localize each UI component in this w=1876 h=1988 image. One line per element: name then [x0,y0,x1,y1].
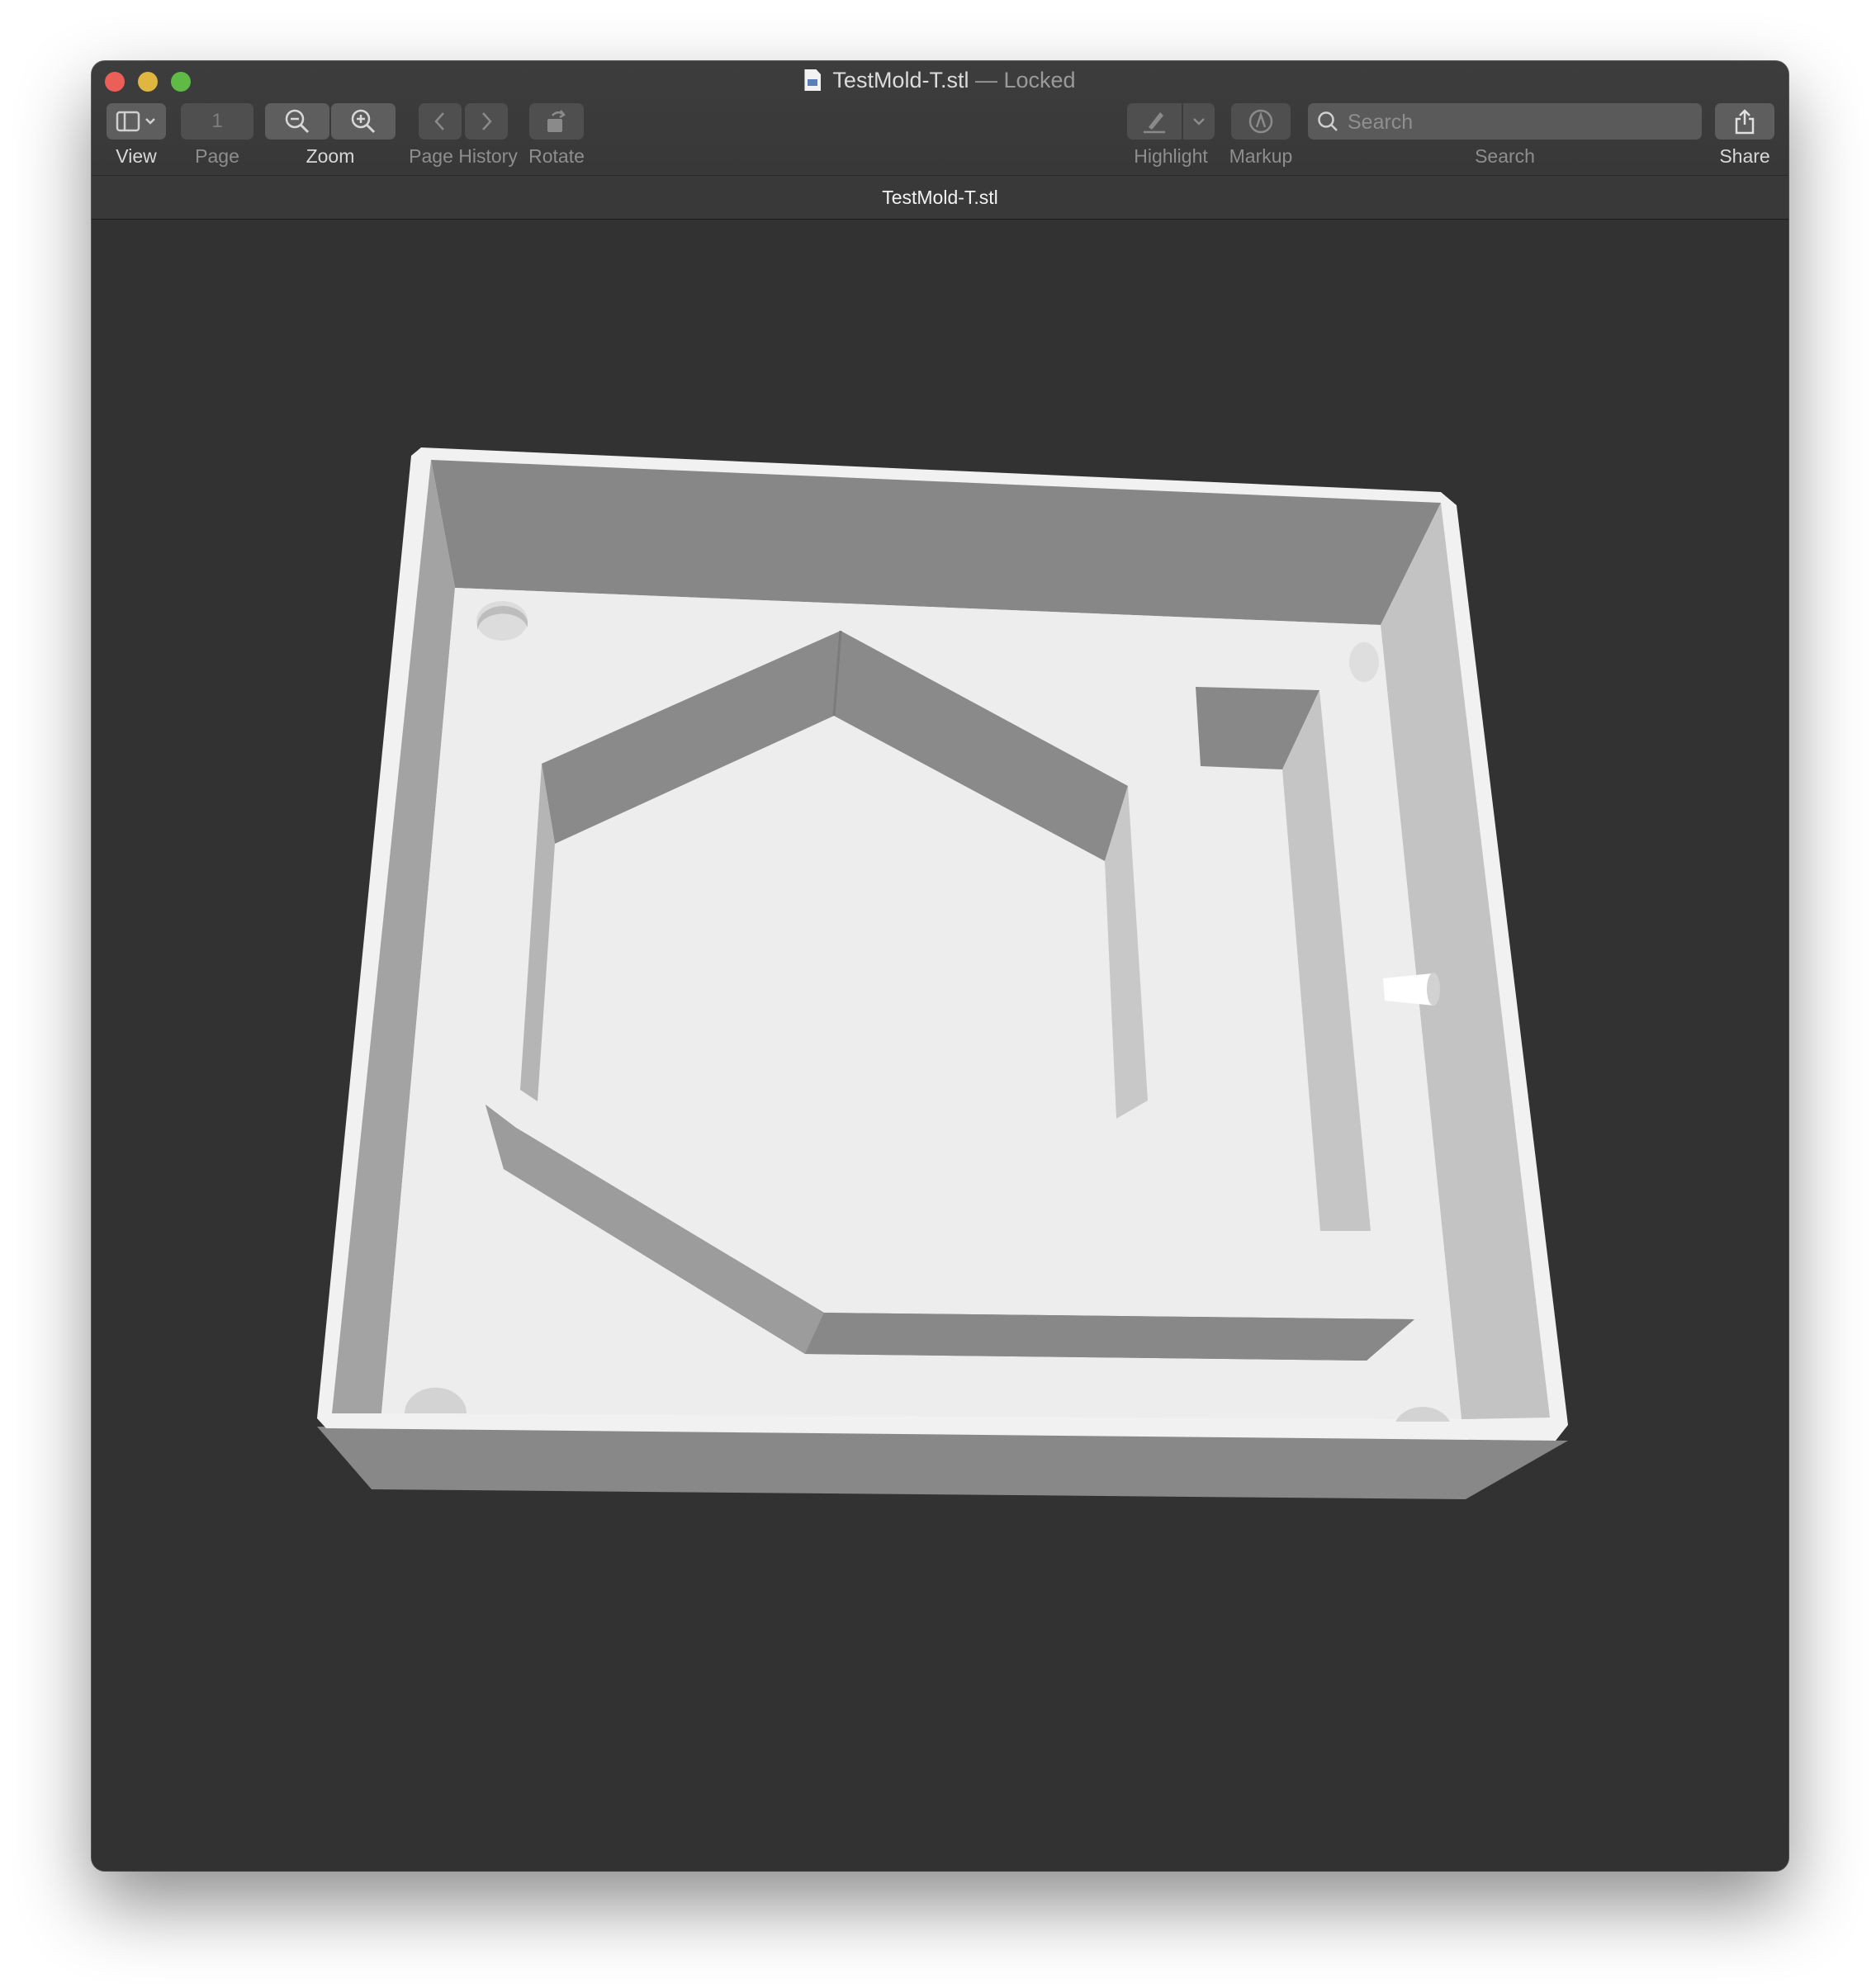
highlight-button[interactable] [1127,103,1182,140]
highlight-label: Highlight [1134,145,1208,167]
page-back-button[interactable] [419,103,462,140]
chevron-left-icon [434,112,444,130]
view-label: View [116,145,157,167]
page-forward-button[interactable] [465,103,508,140]
search-input[interactable] [1346,103,1696,141]
window-file-name: TestMold-T.stl [832,68,969,92]
chevron-down-icon [1193,118,1205,125]
page-history-label: Page History [409,145,518,167]
rotate-label: Rotate [528,145,585,167]
view-menu-button[interactable] [107,103,166,140]
page-label: Page [195,145,239,167]
markup-button[interactable] [1231,103,1291,140]
highlight-options-button[interactable] [1183,103,1215,140]
document-title-bar: TestMold-T.stl [92,175,1788,220]
lock-status: — Locked [974,68,1076,92]
zoom-label: Zoom [306,145,355,167]
title-bar: TestMold-T.stl — Locked View 1 Page Zoom… [92,61,1788,175]
sidebar-icon [116,111,155,132]
stl-model-render[interactable] [92,220,1788,1871]
document-icon [804,69,822,91]
markup-pen-icon [1248,109,1273,134]
highlighter-icon [1144,112,1165,134]
page-number-field[interactable]: 1 [181,103,253,140]
markup-label: Markup [1229,145,1293,167]
share-button[interactable] [1715,103,1774,140]
share-label: Share [1719,145,1770,167]
zoom-in-button[interactable] [331,103,396,140]
zoom-in-icon [351,109,376,134]
chevron-right-icon [482,112,492,130]
window-title: TestMold-T.stl — Locked [92,68,1788,93]
zoom-out-icon [285,109,310,134]
search-icon [1318,111,1338,131]
search-field [1308,103,1702,141]
rotate-icon [547,110,566,132]
rotate-button[interactable] [529,103,584,140]
share-icon [1735,109,1755,135]
preview-window: TestMold-T.stl — Locked View 1 Page Zoom… [92,61,1788,1871]
model-viewport[interactable] [92,220,1788,1871]
zoom-out-button[interactable] [265,103,329,140]
search-label: Search [1475,145,1535,167]
